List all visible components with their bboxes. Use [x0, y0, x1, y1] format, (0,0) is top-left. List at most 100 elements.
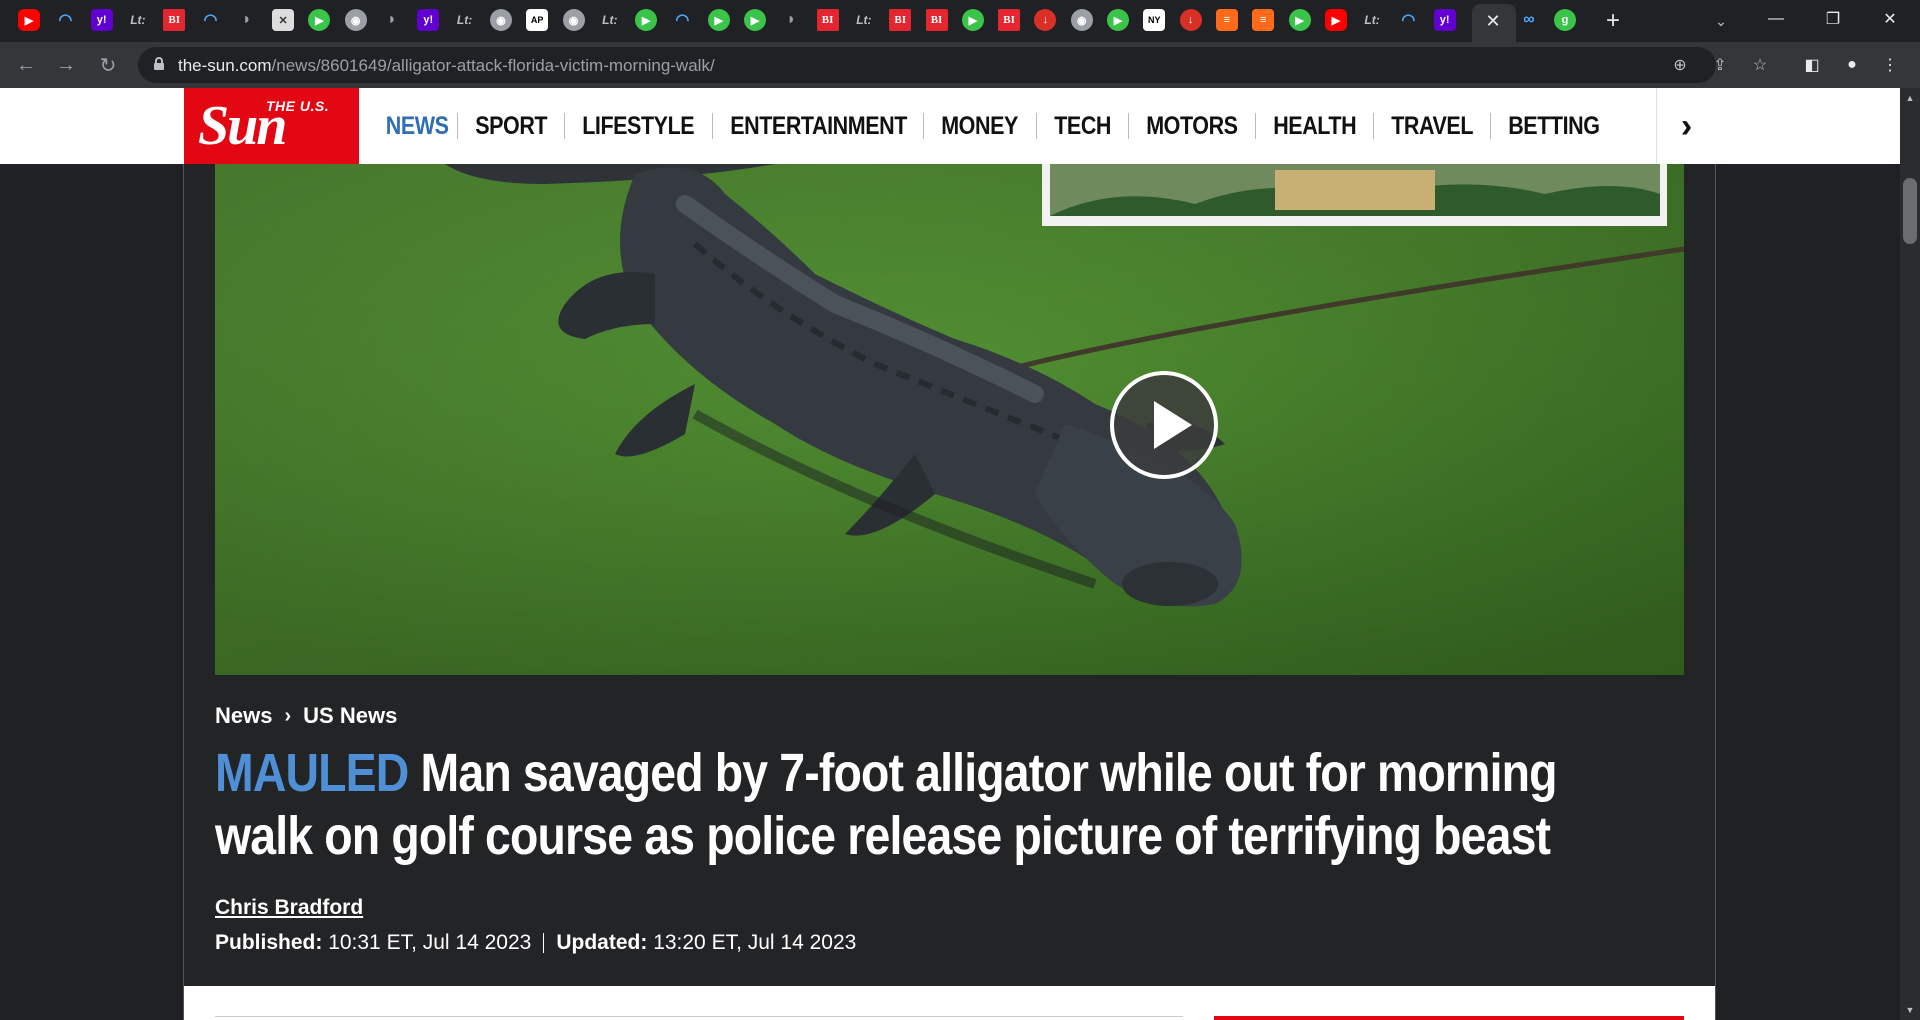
globe-icon[interactable]: ◉: [344, 9, 367, 31]
tab-strip: ▶ ◠ y! Lt: BI ◠ ◗ ✕ ▶ ◉ ◗ y! Lt: ◉ AP ◉ Lt: ▶ ◠ ▶ ▶ ◗ BI Lt: BI B…: [0, 0, 1920, 42]
yahoo-icon[interactable]: y!: [90, 9, 113, 31]
bookmark-star-icon[interactable]: ☆: [1746, 51, 1774, 79]
image-icon[interactable]: ✕: [272, 9, 295, 31]
play-icon[interactable]: ▶: [1288, 9, 1311, 31]
close-window-button[interactable]: ✕: [1862, 0, 1918, 38]
nyt-icon[interactable]: NY: [1143, 9, 1166, 31]
play-icon[interactable]: ▶: [707, 9, 730, 31]
article-headline: MAULED Man savaged by 7-foot alligator w…: [215, 742, 1655, 868]
side-panel-icon[interactable]: ◧: [1798, 51, 1826, 79]
url-text[interactable]: the-sun.com/news/8601649/alligator-attac…: [178, 56, 715, 76]
nav-item-label: MOTORS: [1146, 111, 1238, 140]
lt-icon[interactable]: Lt:: [1361, 9, 1383, 31]
nav-item-news[interactable]: NEWS: [360, 112, 457, 141]
lock-icon[interactable]: [154, 57, 164, 70]
article-body-start: [184, 986, 1715, 1020]
author-link[interactable]: Chris Bradford: [215, 896, 363, 920]
bird-icon[interactable]: ◗: [381, 9, 403, 31]
youtube-icon[interactable]: ▶: [18, 9, 40, 31]
breadcrumb: News › US News: [215, 703, 397, 729]
grammarly-icon[interactable]: g: [1554, 9, 1576, 31]
headline-kicker: MAULED: [215, 743, 409, 803]
play-icon[interactable]: ▶: [961, 9, 984, 31]
business-insider-icon[interactable]: BI: [889, 9, 912, 31]
play-video-button[interactable]: [1110, 371, 1218, 479]
play-icon[interactable]: ▶: [635, 9, 658, 31]
youtube-icon[interactable]: ▶: [1324, 9, 1347, 31]
lt-icon[interactable]: Lt:: [127, 9, 149, 31]
restore-button[interactable]: ❐: [1805, 0, 1861, 38]
nav-item-label: SPORT: [475, 111, 548, 140]
scrollbar-thumb[interactable]: [1903, 178, 1917, 244]
lt-icon[interactable]: Lt:: [599, 9, 621, 31]
tab-search-chevron-icon[interactable]: ⌄: [1706, 6, 1736, 36]
nav-item-motors[interactable]: MOTORS: [1129, 112, 1255, 141]
business-insider-icon[interactable]: BI: [816, 9, 839, 31]
zoom-icon[interactable]: ⊕: [1666, 51, 1694, 79]
close-tab-icon[interactable]: ✕: [1480, 8, 1506, 34]
play-icon[interactable]: ▶: [1107, 9, 1129, 31]
nav-item-tech[interactable]: TECH: [1037, 112, 1128, 141]
nav-item-entertainment[interactable]: ENTERTAINMENT: [713, 112, 924, 141]
nav-item-label: LIFESTYLE: [582, 111, 695, 140]
business-insider-icon[interactable]: BI: [998, 9, 1021, 31]
chevron-right-icon[interactable]: ›: [1656, 88, 1716, 164]
reload-icon[interactable]: ↻: [92, 49, 124, 81]
yahoo-icon[interactable]: y!: [417, 9, 440, 31]
scroll-down-icon[interactable]: ▼: [1904, 1004, 1916, 1016]
shield-icon[interactable]: ◠: [200, 9, 222, 31]
frame-divider: [183, 164, 184, 1020]
bookmark-icon[interactable]: ≡: [1215, 9, 1238, 31]
nav-item-health[interactable]: HEALTH: [1256, 112, 1373, 141]
headline-text: Man savaged by 7-foot alligator while ou…: [215, 743, 1558, 866]
profile-icon[interactable]: ●: [1838, 51, 1866, 79]
mic-icon[interactable]: ↓: [1034, 9, 1057, 31]
menu-kebab-icon[interactable]: ⋮: [1876, 51, 1904, 79]
nav-item-money[interactable]: MONEY: [924, 112, 1035, 141]
logo-wordmark: Sun: [198, 95, 287, 157]
business-insider-icon[interactable]: BI: [163, 9, 186, 31]
frame-divider: [1715, 164, 1716, 1020]
globe-icon[interactable]: ◉: [562, 9, 585, 31]
lt-icon[interactable]: Lt:: [454, 9, 476, 31]
nav-item-betting[interactable]: BETTING: [1491, 112, 1617, 141]
the-sun-logo[interactable]: THE U.S. Sun: [184, 88, 359, 164]
globe-icon[interactable]: ◉: [1070, 9, 1093, 31]
nav-item-lifestyle[interactable]: LIFESTYLE: [565, 112, 711, 141]
play-icon[interactable]: ▶: [744, 9, 766, 31]
address-bar[interactable]: the-sun.com/news/8601649/alligator-attac…: [138, 47, 1767, 83]
scroll-up-icon[interactable]: ▲: [1904, 92, 1916, 104]
nav-item-sport[interactable]: SPORT: [458, 112, 564, 141]
divider: [215, 1016, 1183, 1017]
share-icon[interactable]: ⇪: [1706, 51, 1734, 79]
shield-icon[interactable]: ◠: [54, 9, 76, 31]
updated-value: 13:20 ET, Jul 14 2023: [653, 931, 857, 954]
mic-icon[interactable]: ↓: [1179, 9, 1202, 31]
back-arrow-icon[interactable]: ←: [10, 49, 42, 81]
yahoo-icon[interactable]: y!: [1433, 9, 1456, 31]
nav-item-label: BETTING: [1508, 111, 1601, 140]
forward-arrow-icon[interactable]: →: [50, 49, 82, 81]
minimize-button[interactable]: —: [1748, 0, 1804, 38]
business-insider-icon[interactable]: BI: [925, 9, 948, 31]
globe-icon[interactable]: ◉: [489, 9, 512, 31]
nav-item-label: TRAVEL: [1391, 111, 1474, 140]
new-tab-button[interactable]: +: [1598, 6, 1628, 36]
link-icon[interactable]: ∞: [1518, 9, 1540, 31]
bird-icon[interactable]: ◗: [780, 9, 802, 31]
alligator-photo: [215, 164, 1684, 675]
shield-icon[interactable]: ◠: [1397, 9, 1419, 31]
play-icon[interactable]: ▶: [308, 9, 331, 31]
bookmark-icon[interactable]: ≡: [1252, 9, 1275, 31]
nav-item-label: ENTERTAINMENT: [729, 111, 907, 140]
breadcrumb-item-news[interactable]: News: [215, 703, 272, 729]
shield-icon[interactable]: ◠: [671, 9, 693, 31]
breadcrumb-item-us-news[interactable]: US News: [303, 703, 397, 729]
ap-icon[interactable]: AP: [526, 9, 549, 31]
site-header: THE U.S. Sun NEWS SPORT LIFESTYLE ENTERTAIN…: [0, 88, 1900, 164]
hero-video[interactable]: [215, 164, 1684, 675]
nav-item-travel[interactable]: TRAVEL: [1374, 112, 1490, 141]
lt-icon[interactable]: Lt:: [853, 9, 875, 31]
url-host: the-sun.com: [178, 56, 272, 75]
bird-icon[interactable]: ◗: [236, 9, 258, 31]
